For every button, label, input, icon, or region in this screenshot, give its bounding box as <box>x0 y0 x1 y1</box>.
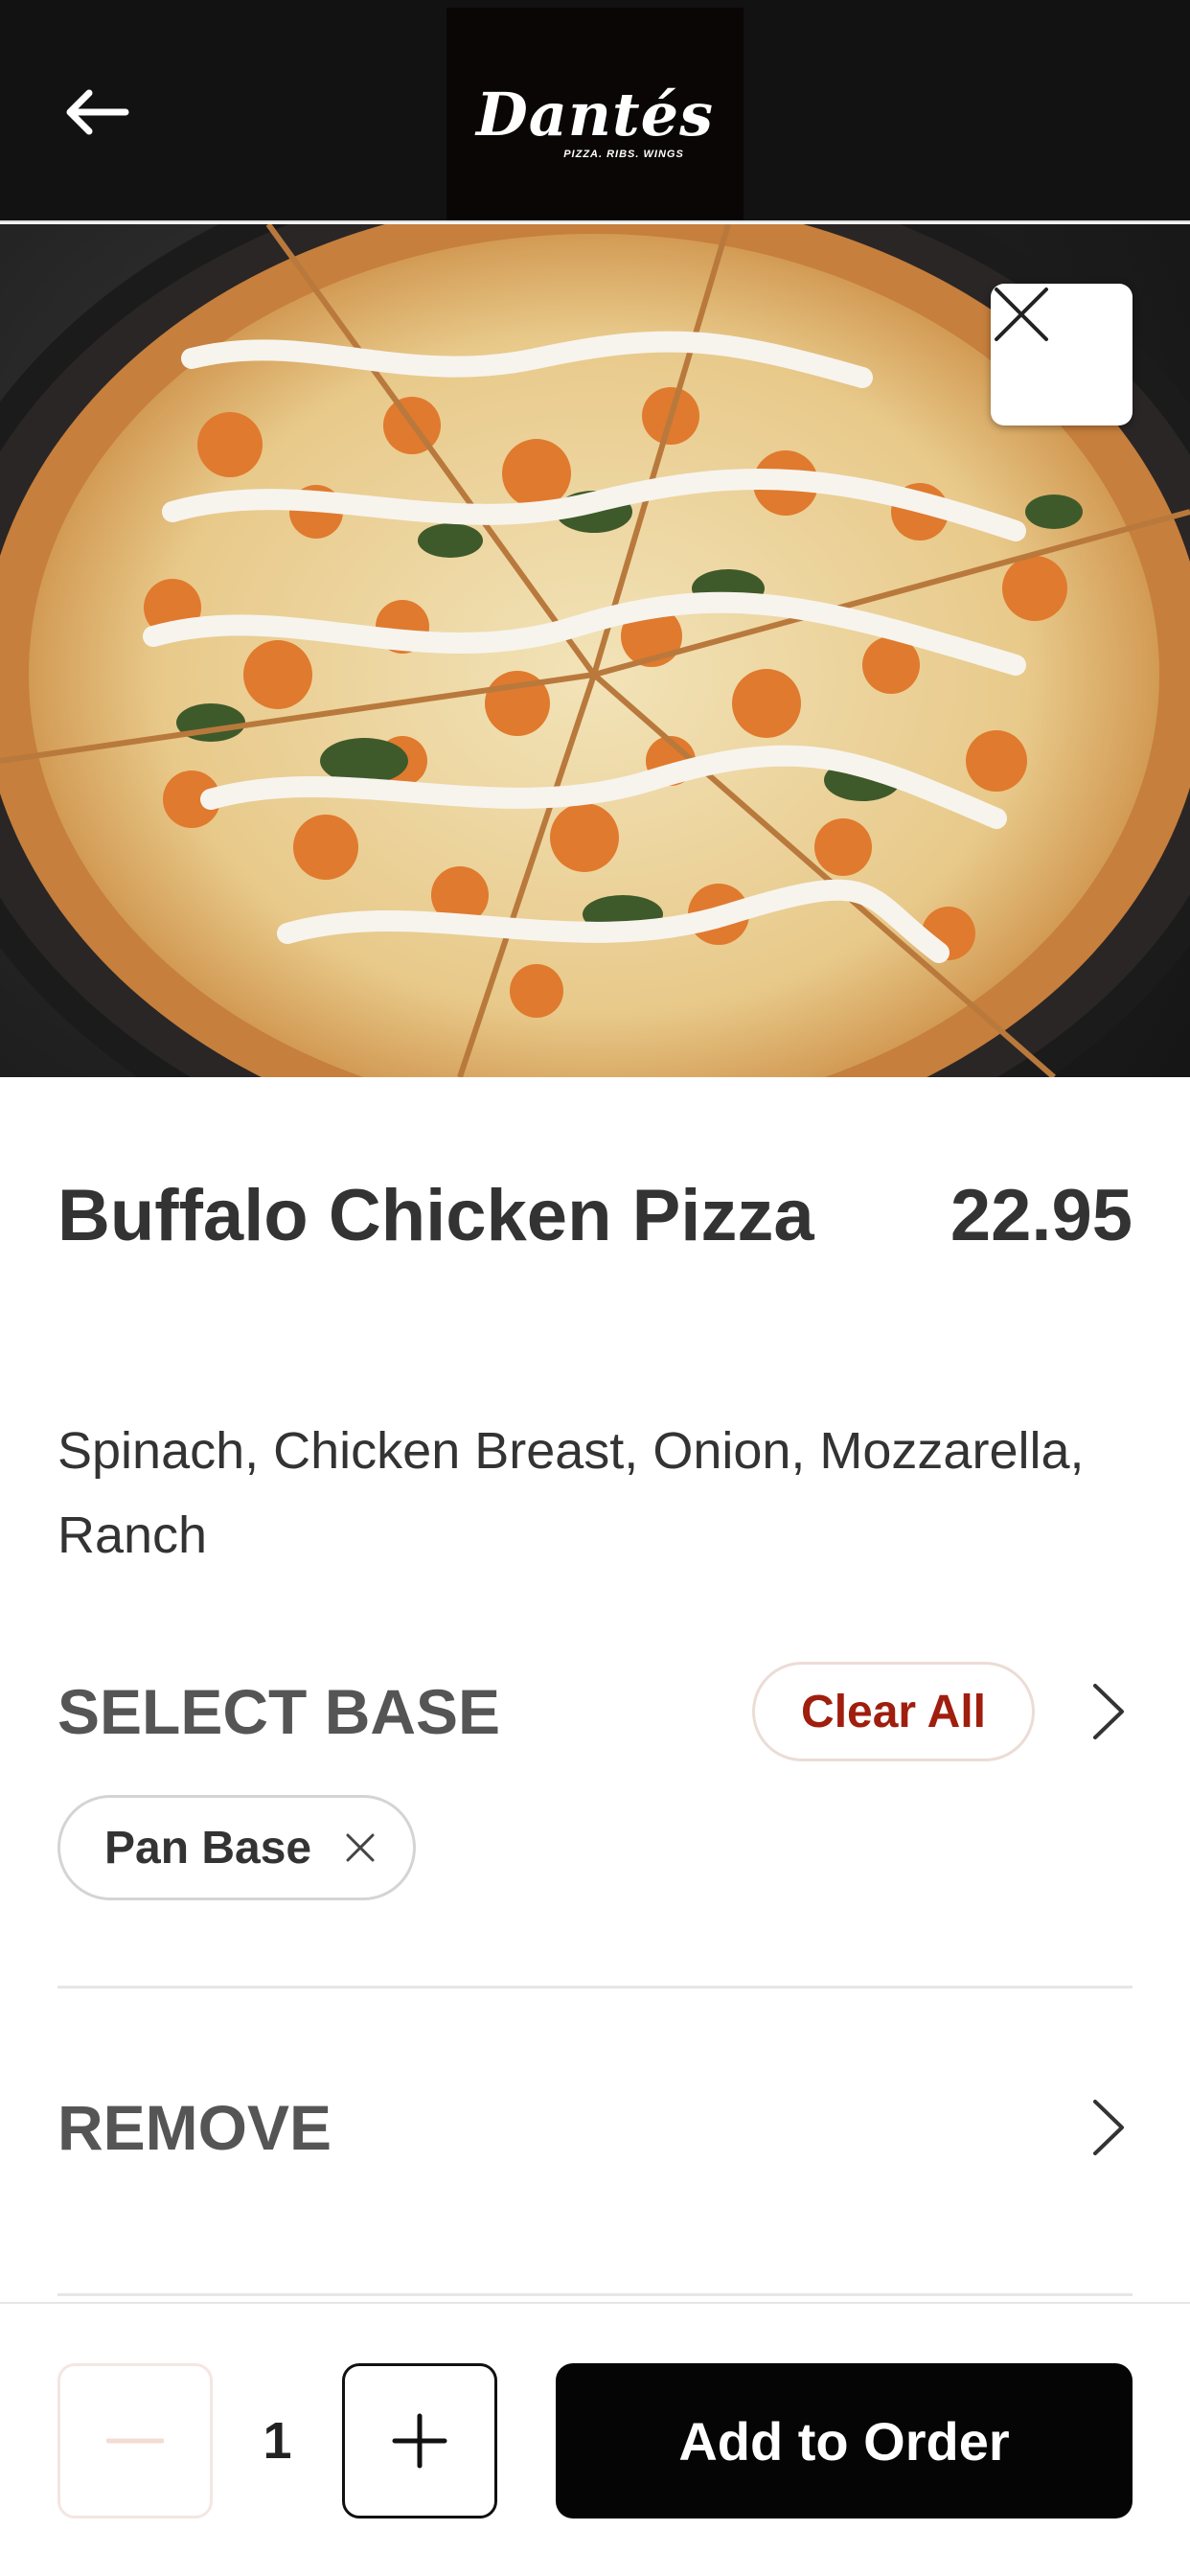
item-description: Spinach, Chicken Breast, Onion, Mozzarel… <box>57 1422 1085 1564</box>
close-icon <box>995 288 1048 341</box>
remove-expand[interactable] <box>1085 2094 1133 2161</box>
increase-quantity-button[interactable] <box>342 2363 497 2518</box>
close-icon <box>346 1833 375 1862</box>
select-base-section[interactable]: SELECT BASE Clear All <box>57 1659 1133 1764</box>
divider <box>57 2293 1133 2296</box>
chip-label: Pan Base <box>104 1822 312 1874</box>
item-name: Buffalo Chicken Pizza <box>57 1175 814 1256</box>
chevron-right-icon <box>1093 2100 1124 2155</box>
back-button[interactable] <box>48 69 144 155</box>
logo-tagline: PIZZA. RIBS. WINGS <box>563 149 684 160</box>
item-header: Buffalo Chicken Pizza 22.95 <box>57 1174 1133 1257</box>
remove-section[interactable]: REMOVE <box>57 2075 1133 2180</box>
plus-icon <box>392 2413 447 2469</box>
brand-logo: Dantés PIZZA. RIBS. WINGS <box>446 8 744 220</box>
add-to-order-button[interactable]: Add to Order <box>556 2363 1133 2518</box>
selected-base-chip: Pan Base <box>57 1795 417 1900</box>
item-photo <box>0 224 1190 1077</box>
minus-icon <box>106 2438 164 2444</box>
quantity-value: 1 <box>263 2412 292 2470</box>
arrow-left-icon <box>66 89 129 135</box>
select-base-expand[interactable] <box>1085 1678 1133 1745</box>
clear-all-button[interactable]: Clear All <box>752 1662 1035 1761</box>
select-base-title: SELECT BASE <box>57 1676 501 1747</box>
chevron-right-icon <box>1093 1684 1124 1739</box>
order-bar: 1 Add to Order <box>0 2302 1190 2576</box>
item-price: 22.95 <box>950 1175 1133 1256</box>
close-button[interactable] <box>991 284 1133 426</box>
chip-remove-button[interactable] <box>344 1831 377 1864</box>
logo-wordmark: Dantés <box>475 80 714 150</box>
item-detail-screen: Dantés PIZZA. RIBS. WINGS Buffalo Chicke… <box>0 0 1190 2576</box>
decrease-quantity-button[interactable] <box>57 2363 213 2518</box>
divider <box>57 1986 1133 1989</box>
header-bar: Dantés PIZZA. RIBS. WINGS <box>0 0 1190 222</box>
remove-title: REMOVE <box>57 2092 332 2163</box>
